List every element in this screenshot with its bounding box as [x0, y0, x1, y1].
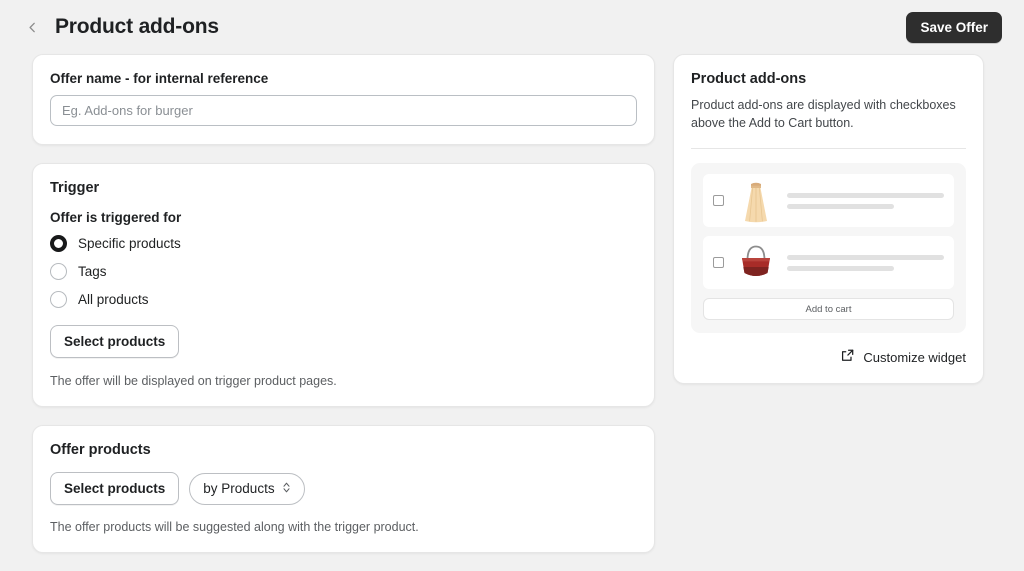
preview-item-text-placeholder: [787, 254, 944, 271]
radio-option-specific-products[interactable]: Specific products: [50, 235, 637, 252]
page-layout: Offer name - for internal reference Trig…: [0, 54, 1024, 571]
radio-option-tags[interactable]: Tags: [50, 263, 637, 280]
offer-name-label: Offer name - for internal reference: [50, 71, 269, 86]
customize-widget-label: Customize widget: [863, 349, 966, 365]
trigger-select-products-button[interactable]: Select products: [50, 325, 180, 358]
offer-products-heading: Offer products: [50, 442, 151, 458]
offer-products-by-select-value: by Products: [203, 481, 275, 496]
back-button[interactable]: [20, 15, 44, 39]
preview-item-row[interactable]: [703, 174, 954, 228]
chevron-left-icon: [26, 21, 39, 34]
radio-indicator-tags[interactable]: [50, 263, 67, 280]
offer-products-card: Offer products Select products by Produc…: [32, 425, 655, 553]
offer-products-by-select[interactable]: by Products: [189, 472, 305, 505]
preview-item-row[interactable]: [703, 236, 954, 290]
customize-widget-link[interactable]: Customize widget: [691, 349, 966, 365]
page-header: Product add-ons Save Offer: [0, 0, 1024, 54]
radio-label-specific-products: Specific products: [78, 236, 181, 251]
dress-thumbnail: [736, 178, 776, 224]
radio-option-all-products[interactable]: All products: [50, 291, 637, 308]
preview-panel-title: Product add-ons: [691, 71, 807, 87]
left-column: Offer name - for internal reference Trig…: [32, 54, 655, 571]
trigger-button-row: Select products: [50, 325, 637, 358]
offer-name-input[interactable]: [50, 95, 637, 126]
save-offer-button[interactable]: Save Offer: [906, 11, 1002, 43]
trigger-help-text: The offer will be displayed on trigger p…: [50, 374, 337, 388]
preview-item-checkbox[interactable]: [713, 195, 724, 207]
trigger-heading: Trigger: [50, 180, 100, 196]
panel-divider: [691, 148, 966, 150]
trigger-sub-label: Offer is triggered for: [50, 210, 182, 225]
offer-select-products-button[interactable]: Select products: [50, 472, 180, 505]
preview-add-to-cart-button[interactable]: Add to cart: [703, 298, 954, 321]
preview-item-text-placeholder: [787, 192, 944, 209]
preview-item-checkbox[interactable]: [713, 257, 724, 269]
preview-panel-description: Product add-ons are displayed with check…: [691, 98, 956, 131]
page-title: Product add-ons: [55, 15, 219, 38]
chevron-up-down-icon: [282, 481, 291, 497]
preview-panel-card: Product add-ons Product add-ons are disp…: [673, 54, 984, 385]
radio-indicator-all-products[interactable]: [50, 291, 67, 308]
offer-name-card: Offer name - for internal reference: [32, 54, 655, 145]
trigger-card: Trigger Offer is triggered for Specific …: [32, 163, 655, 407]
radio-indicator-specific-products[interactable]: [50, 235, 67, 252]
right-column: Product add-ons Product add-ons are disp…: [673, 54, 984, 402]
handbag-thumbnail: [736, 240, 776, 286]
radio-label-tags: Tags: [78, 264, 107, 279]
radio-label-all-products: All products: [78, 292, 149, 307]
widget-preview: Add to cart: [691, 163, 966, 334]
offer-products-help-text: The offer products will be suggested alo…: [50, 520, 419, 534]
external-link-icon: [841, 349, 854, 365]
offer-products-button-row: Select products by Products: [50, 472, 637, 505]
